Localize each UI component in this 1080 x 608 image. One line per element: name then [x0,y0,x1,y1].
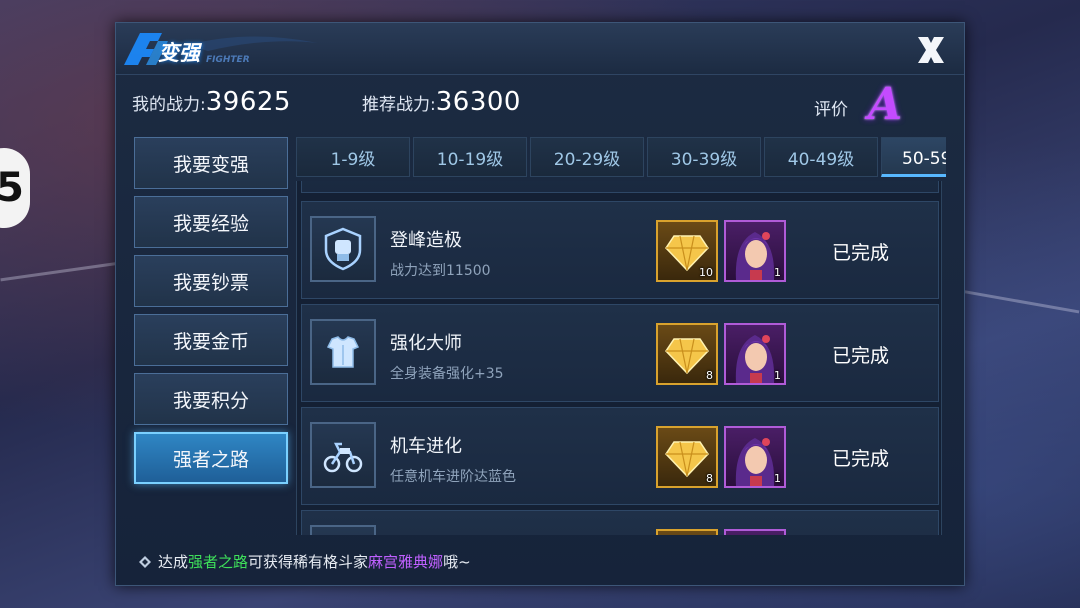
menu-item-road-of-strong[interactable]: 强者之路 [134,432,288,484]
armor-icon [326,336,360,368]
reward-count: 8 [706,369,713,382]
fist-badge-icon [324,227,362,271]
task-icon-frame [310,319,376,385]
reward-count: 10 [699,266,713,279]
reward-fighter-portrait[interactable] [724,529,786,535]
rating-grade: A [868,79,903,130]
hint-suffix: 哦~ [443,553,471,571]
reward-count: 8 [706,472,713,485]
logo-subtitle: FIGHTER [206,55,250,65]
tab-label: 50-59级 [902,148,946,169]
my-power: 我的战力: 39625 [132,87,291,117]
task-description: 战力达到11500 [390,263,491,279]
tab-level-10-19[interactable]: 10-19级 [413,137,527,177]
hint-prefix: 达成 [158,553,189,571]
close-button[interactable] [914,33,948,67]
menu-item-label: 我要金币 [172,330,249,353]
recommended-power: 推荐战力: 36300 [362,87,521,117]
hint-highlight-fighter: 麻宫雅典娜 [368,553,444,571]
recommended-power-label: 推荐战力: [362,95,436,115]
level-tabs: 1-9级 10-19级 20-29级 30-39级 40-49级 50-59级 [296,137,946,181]
menu-item-label: 强者之路 [172,448,249,471]
reward-count: 1 [774,472,781,485]
tab-level-20-29[interactable]: 20-29级 [530,137,644,177]
close-x-icon [918,37,944,63]
tab-label: 30-39级 [670,149,738,170]
task-description: 全身装备强化+35 [390,366,504,382]
background-rail [0,261,120,282]
fighter-logo: 变强 FIGHTER [118,25,358,73]
tab-label: 10-19级 [436,149,504,170]
menu-item-get-exp[interactable]: 我要经验 [134,196,288,248]
tab-label: 40-49级 [787,149,855,170]
menu-item-label: 我要变强 [172,153,249,176]
diamond-bullet-icon [139,555,151,568]
task-row: 登峰造极 战力达到11500 10 1 已完成 [301,201,939,299]
my-power-value: 39625 [205,87,291,117]
reward-fighter-portrait[interactable]: 1 [724,323,786,385]
fighter-logo-icon [124,33,318,65]
motorcycle-icon [323,442,363,473]
reward-count: 1 [774,266,781,279]
my-power-label: 我的战力: [132,95,206,115]
reward-gem[interactable]: 10 [656,220,718,282]
task-status: 已完成 [832,242,890,264]
menu-item-get-cash[interactable]: 我要钞票 [134,255,288,307]
reward-count: 1 [774,369,781,382]
hint-highlight-road: 强者之路 [188,553,249,571]
menu-item-label: 我要积分 [172,389,249,412]
tab-level-1-9[interactable]: 1-9级 [296,137,410,177]
task-icon-frame [310,525,376,535]
menu-item-get-gold[interactable]: 我要金币 [134,314,288,366]
menu-item-label: 我要经验 [172,212,249,235]
reward-hint: 达成 强者之路 可获得稀有格斗家 麻宫雅典娜 哦~ [138,551,471,572]
reward-gem[interactable]: 8 [656,426,718,488]
task-row-partial [301,181,939,193]
background-rail [960,289,1080,314]
task-title: 登峰造极 [390,230,462,251]
reward-gem[interactable]: 8 [656,323,718,385]
tab-level-30-39[interactable]: 30-39级 [647,137,761,177]
reward-fighter-portrait[interactable]: 1 [724,220,786,282]
strengthen-panel: 变强 FIGHTER 我的战力: 39625 推荐战力: 36300 评价 A … [115,22,965,586]
task-title: 强化大师 [390,333,462,354]
rating-label: 评价 [814,100,848,120]
menu-item-get-points[interactable]: 我要积分 [134,373,288,425]
task-status: 已完成 [832,448,890,470]
background-number-badge: 5 [0,148,30,228]
tab-level-40-49[interactable]: 40-49级 [764,137,878,177]
tab-label: 20-29级 [553,149,621,170]
task-row: 机车进化 任意机车进阶达蓝色 8 1 已完成 [301,407,939,505]
recommended-power-value: 36300 [435,87,521,117]
power-stats-row: 我的战力: 39625 推荐战力: 36300 评价 A [132,79,952,130]
task-icon-frame [310,216,376,282]
task-status: 已完成 [832,345,890,367]
menu-item-get-stronger[interactable]: 我要变强 [134,137,288,189]
task-list[interactable]: 登峰造极 战力达到11500 10 1 已完成 强化大师 全身装备强化+35 8… [296,181,942,535]
task-row: 强化大师 全身装备强化+35 8 1 已完成 [301,304,939,402]
panel-header: 变强 FIGHTER [116,23,964,75]
task-description: 任意机车进阶达蓝色 [390,469,516,485]
task-title: 机车进化 [390,436,462,457]
task-row-partial [301,510,939,535]
hint-middle: 可获得稀有格斗家 [248,553,369,571]
menu-item-label: 我要钞票 [172,271,249,294]
tab-level-50-59[interactable]: 50-59级 [881,137,946,177]
tab-label: 1-9级 [330,149,376,170]
reward-fighter-portrait[interactable]: 1 [724,426,786,488]
reward-gem[interactable] [656,529,718,535]
task-icon-frame [310,422,376,488]
panel-title: 变强 [158,41,200,65]
